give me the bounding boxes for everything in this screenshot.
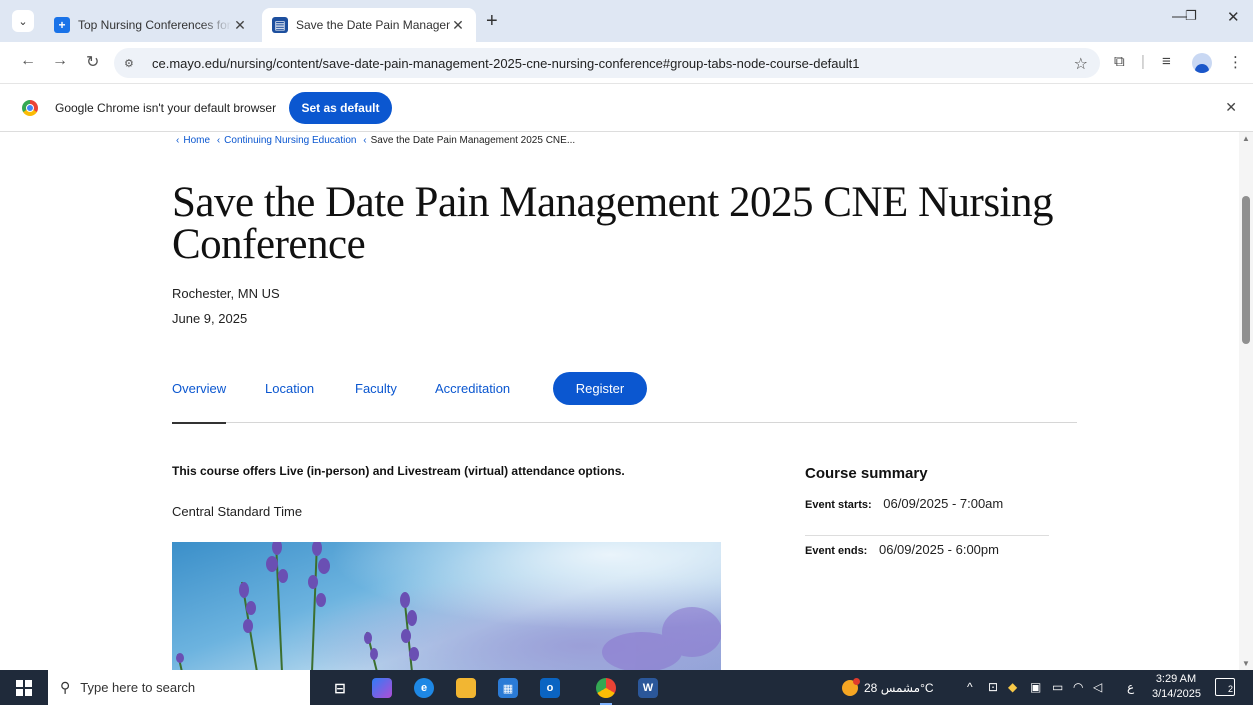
word-icon[interactable]: W <box>638 678 658 698</box>
infobar-message: Google Chrome isn't your default browser <box>55 101 277 115</box>
windows-taskbar: ⚲ Type here to search ⊟ e ▦ o W مشمس 28°… <box>0 670 1253 705</box>
taskbar-search-box[interactable]: ⚲ Type here to search <box>48 670 310 705</box>
bookmark-star-icon[interactable]: ☆ <box>1074 54 1088 74</box>
breadcrumb-current: Save the Date Pain Management 2025 CNE..… <box>370 135 576 146</box>
reading-list-icon[interactable]: ≡ <box>1162 53 1171 70</box>
infobar-close-icon[interactable]: ✕ <box>1225 99 1237 116</box>
notification-center-icon[interactable]: 2 <box>1215 678 1235 696</box>
chevron-left-icon: ‹ <box>176 135 180 146</box>
restore-icon[interactable]: ❐ <box>1185 8 1197 24</box>
tab-close-icon[interactable]: ✕ <box>232 17 248 34</box>
scrollbar-thumb[interactable] <box>1242 196 1250 344</box>
tab-strip: ⌄ + Top Nursing Conferences for 20 ✕ ▤ S… <box>0 0 1253 42</box>
page-title: Save the Date Pain Management 2025 CNE N… <box>172 179 1054 268</box>
wifi-icon[interactable]: ◠ <box>1073 680 1083 694</box>
back-arrow-icon[interactable]: ← <box>20 52 36 70</box>
profile-avatar-icon[interactable] <box>1192 53 1212 73</box>
scroll-down-arrow-icon[interactable]: ▼ <box>1242 659 1250 668</box>
event-date: June 9, 2025 <box>172 311 248 326</box>
register-button[interactable]: Register <box>553 372 647 405</box>
tab-top-nursing-conferences[interactable]: + Top Nursing Conferences for 20 ✕ <box>44 8 258 42</box>
tab-overview[interactable]: Overview <box>172 381 227 424</box>
input-language-indicator[interactable]: ع <box>1127 680 1134 694</box>
mayo-clinic-icon: ▤ <box>272 17 288 33</box>
system-clock[interactable]: 3:29 AM 3/14/2025 <box>1152 672 1201 702</box>
address-bar[interactable]: ⚙ ce.mayo.edu/nursing/content/save-date-… <box>114 48 1100 78</box>
tab-title: Save the Date Pain Managemen <box>296 18 450 32</box>
chevron-left-icon: ‹ <box>363 135 367 146</box>
tab-accreditation[interactable]: Accreditation <box>435 381 510 396</box>
chevron-left-icon: ‹ <box>216 135 221 146</box>
menu-kebab-icon[interactable]: ⋮ <box>1228 53 1243 71</box>
weather-text: مشمس 28°C <box>864 681 934 695</box>
clock-time: 3:29 AM <box>1155 673 1197 685</box>
attendance-note: This course offers Live (in-person) and … <box>172 464 625 478</box>
edge-browser-icon[interactable]: e <box>414 678 434 698</box>
timezone-text: Central Standard Time <box>172 504 303 519</box>
notification-count: 2 <box>1227 684 1233 694</box>
tab-title: Top Nursing Conferences for 20 <box>78 18 232 32</box>
site-info-icon[interactable]: ⚙ <box>124 57 144 70</box>
event-ends-row: Event ends: 06/09/2025 - 6:00pm <box>805 542 1049 582</box>
page-content: ‹ Home ‹ Continuing Nursing Education ‹ Sav… <box>0 132 1239 670</box>
breadcrumb-home[interactable]: Home <box>183 135 210 146</box>
browser-toolbar: ← → ↻ ⚙ ce.mayo.edu/nursing/content/save… <box>0 42 1253 84</box>
new-tab-icon[interactable]: + <box>486 10 498 33</box>
copilot-icon[interactable] <box>372 678 392 698</box>
chrome-logo-icon <box>22 100 38 116</box>
tab-faculty[interactable]: Faculty <box>355 381 397 396</box>
event-starts-label: Event starts: <box>805 499 872 511</box>
event-starts-row: Event starts: 06/09/2025 - 7:00am <box>805 496 1049 536</box>
breadcrumb-continuing-nursing-education[interactable]: Continuing Nursing Education <box>224 135 356 146</box>
tab-search-button[interactable]: ⌄ <box>12 10 34 32</box>
tray-app-icon[interactable]: ⊡ <box>988 680 998 694</box>
url-text[interactable]: ce.mayo.edu/nursing/content/save-date-pa… <box>152 56 859 71</box>
window-close-icon[interactable]: ✕ <box>1227 8 1240 26</box>
breadcrumb: ‹ Home ‹ Continuing Nursing Education ‹ Sav… <box>172 135 575 146</box>
chrome-taskbar-icon[interactable] <box>596 678 616 705</box>
tray-overflow-chevron-icon[interactable]: ^ <box>967 680 973 694</box>
sun-weather-icon <box>842 678 860 696</box>
volume-icon[interactable]: ◁ <box>1093 680 1102 694</box>
page-scrollbar[interactable]: ▲ ▼ <box>1239 132 1253 670</box>
reload-icon[interactable]: ↻ <box>86 52 99 72</box>
tab-save-the-date[interactable]: ▤ Save the Date Pain Managemen ✕ <box>262 8 476 42</box>
microsoft-store-icon[interactable]: ▦ <box>498 678 518 698</box>
event-ends-value: 06/09/2025 - 6:00pm <box>878 542 999 557</box>
task-view-icon[interactable]: ⊟ <box>330 678 350 698</box>
extensions-puzzle-icon[interactable]: ⧉ <box>1114 53 1125 70</box>
lavender-illustration <box>176 542 721 670</box>
course-summary-title: Course summary <box>805 465 928 482</box>
scroll-up-arrow-icon[interactable]: ▲ <box>1242 134 1250 143</box>
tab-location[interactable]: Location <box>265 381 314 396</box>
event-ends-label: Event ends: <box>805 545 868 557</box>
file-explorer-icon[interactable] <box>456 678 476 698</box>
set-as-default-button[interactable]: Set as default <box>289 92 392 124</box>
content-tabs: Overview Location Faculty Accreditation … <box>172 372 1077 424</box>
lavender-hero-image <box>172 542 721 670</box>
clock-date: 3/14/2025 <box>1152 688 1201 700</box>
tab-close-icon[interactable]: ✕ <box>450 17 466 34</box>
toolbar-divider: | <box>1141 53 1145 70</box>
security-shield-icon[interactable]: ◆ <box>1008 680 1017 694</box>
windows-start-icon[interactable] <box>16 680 32 696</box>
display-icon[interactable]: ▣ <box>1030 680 1041 694</box>
search-placeholder: Type here to search <box>80 680 196 695</box>
plus-square-icon: + <box>54 17 70 33</box>
event-starts-value: 06/09/2025 - 7:00am <box>883 496 1004 511</box>
battery-icon[interactable]: ▭ <box>1052 680 1063 694</box>
event-location: Rochester, MN US <box>172 286 280 301</box>
search-icon: ⚲ <box>60 679 71 695</box>
default-browser-infobar: Google Chrome isn't your default browser… <box>0 84 1253 132</box>
forward-arrow-icon[interactable]: → <box>52 52 68 70</box>
outlook-icon[interactable]: o <box>540 678 560 698</box>
weather-widget[interactable]: مشمس 28°C <box>842 678 934 696</box>
